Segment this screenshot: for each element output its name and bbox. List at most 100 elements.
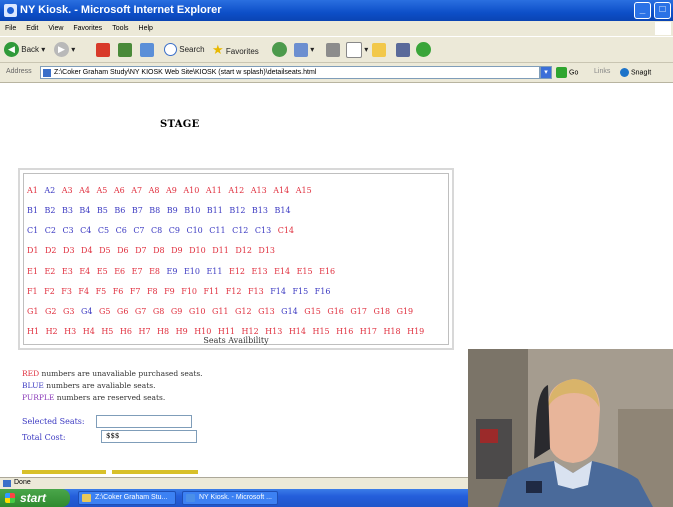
seat-b7[interactable]: B7 [132,204,143,218]
back-button[interactable]: ◀ Back ▾ [4,41,45,59]
seat-f9[interactable]: F9 [164,285,175,299]
seat-e15[interactable]: E15 [297,265,313,279]
seat-e1[interactable]: E1 [27,265,38,279]
seat-c13[interactable]: C13 [255,224,271,238]
seat-e16[interactable]: E16 [319,265,335,279]
maximize-button[interactable]: □ [654,2,671,19]
submit-button-edge[interactable] [22,470,106,474]
menu-favorites[interactable]: Favorites [68,21,107,36]
edit-button[interactable]: ▾ [346,41,368,59]
seat-d3[interactable]: D3 [63,244,75,258]
seat-a9[interactable]: A9 [166,184,177,198]
address-input[interactable]: Z:\Coker Graham Study\NY KIOSK Web Site\… [40,66,540,79]
seat-f7[interactable]: F7 [130,285,141,299]
seat-a7[interactable]: A7 [131,184,142,198]
seat-a15[interactable]: A15 [296,184,312,198]
seat-f16[interactable]: F16 [315,285,331,299]
seat-a12[interactable]: A12 [228,184,244,198]
seat-b12[interactable]: B12 [229,204,245,218]
seat-b6[interactable]: B6 [114,204,125,218]
seat-f8[interactable]: F8 [147,285,158,299]
seat-a5[interactable]: A5 [97,184,108,198]
seat-g3[interactable]: G3 [63,305,74,319]
seat-b14[interactable]: B14 [274,204,290,218]
seat-g9[interactable]: G9 [171,305,182,319]
seat-g8[interactable]: G8 [153,305,164,319]
seat-b4[interactable]: B4 [79,204,90,218]
taskbar-explorer-window[interactable]: Z:\Coker Graham Stu... [78,491,176,505]
seat-d2[interactable]: D2 [45,244,57,258]
seat-e3[interactable]: E3 [62,265,73,279]
seat-e14[interactable]: E14 [274,265,290,279]
seat-a2[interactable]: A2 [44,184,55,198]
seat-g10[interactable]: G10 [189,305,206,319]
seat-b1[interactable]: B1 [27,204,38,218]
seat-e13[interactable]: E13 [252,265,268,279]
seat-d12[interactable]: D12 [235,244,252,258]
minimize-button[interactable]: _ [634,2,651,19]
seat-g7[interactable]: G7 [135,305,146,319]
seat-c4[interactable]: C4 [80,224,91,238]
seat-d8[interactable]: D8 [153,244,165,258]
seat-a10[interactable]: A10 [183,184,199,198]
seat-b13[interactable]: B13 [252,204,268,218]
seat-f13[interactable]: F13 [248,285,264,299]
seat-f1[interactable]: F1 [27,285,38,299]
seat-e10[interactable]: E10 [184,265,200,279]
seat-b2[interactable]: B2 [44,204,55,218]
stop-button[interactable] [96,41,110,59]
seat-d9[interactable]: D9 [171,244,183,258]
seat-f12[interactable]: F12 [226,285,242,299]
seat-b3[interactable]: B3 [62,204,73,218]
seat-d7[interactable]: D7 [135,244,147,258]
favorites-button[interactable]: ★ Favorites [212,41,259,59]
seat-a14[interactable]: A14 [273,184,289,198]
seat-b11[interactable]: B11 [207,204,223,218]
seat-c11[interactable]: C11 [209,224,225,238]
seat-d5[interactable]: D5 [99,244,111,258]
messenger-button[interactable] [416,41,431,59]
seat-f3[interactable]: F3 [61,285,72,299]
search-button[interactable]: Search [164,41,205,59]
seat-a11[interactable]: A11 [206,184,222,198]
seat-c5[interactable]: C5 [98,224,109,238]
menu-edit[interactable]: Edit [21,21,43,36]
seat-d6[interactable]: D6 [117,244,129,258]
menu-view[interactable]: View [43,21,68,36]
seat-c12[interactable]: C12 [232,224,248,238]
seat-c3[interactable]: C3 [62,224,73,238]
seat-f2[interactable]: F2 [44,285,55,299]
seat-g17[interactable]: G17 [350,305,367,319]
seat-e5[interactable]: E5 [97,265,108,279]
seat-g15[interactable]: G15 [304,305,321,319]
seat-g4[interactable]: G4 [81,305,92,319]
seat-g14[interactable]: G14 [281,305,298,319]
reset-button-edge[interactable] [112,470,198,474]
seat-g19[interactable]: G19 [397,305,414,319]
seat-e11[interactable]: E11 [206,265,222,279]
history-button[interactable] [272,41,287,59]
selected-seats-input[interactable] [96,415,192,428]
seat-c2[interactable]: C2 [45,224,56,238]
menu-tools[interactable]: Tools [107,21,133,36]
snagit-button[interactable]: SnagIt [620,68,651,77]
seat-e9[interactable]: E9 [167,265,178,279]
seat-d4[interactable]: D4 [81,244,93,258]
total-cost-input[interactable]: $$$ [101,430,197,443]
mail-button[interactable]: ▾ [294,41,314,59]
seat-a13[interactable]: A13 [251,184,267,198]
discuss-button[interactable] [372,41,386,59]
seat-c8[interactable]: C8 [151,224,162,238]
seat-a3[interactable]: A3 [62,184,73,198]
seat-g13[interactable]: G13 [258,305,275,319]
menu-file[interactable]: File [0,21,21,36]
seat-e12[interactable]: E12 [229,265,245,279]
menu-help[interactable]: Help [134,21,158,36]
seat-b9[interactable]: B9 [167,204,178,218]
seat-g18[interactable]: G18 [373,305,390,319]
forward-button[interactable]: ▶ ▾ [54,41,75,59]
home-button[interactable] [140,41,154,59]
seat-c10[interactable]: C10 [186,224,202,238]
seat-e4[interactable]: E4 [79,265,90,279]
seat-e8[interactable]: E8 [149,265,160,279]
